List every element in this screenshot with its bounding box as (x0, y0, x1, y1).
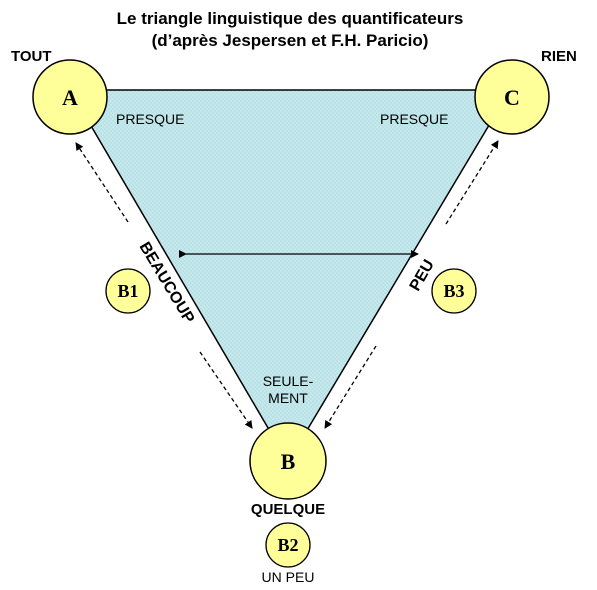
corner-label-tout: TOUT (11, 48, 52, 65)
node-b2: B2 (265, 522, 311, 568)
label-seulement-line2: MENT (268, 390, 308, 406)
node-b3-label: B3 (443, 281, 464, 301)
corner-label-quelque: QUELQUE (251, 501, 325, 518)
label-un-peu: UN PEU (262, 569, 315, 585)
label-presque-left: PRESQUE (116, 111, 184, 127)
node-c: C (474, 59, 550, 135)
node-b1: B1 (105, 268, 151, 314)
node-b: B (249, 422, 327, 500)
node-a-label: A (62, 85, 78, 110)
diagram-title-line2: (d’après Jespersen et F.H. Paricio) (152, 31, 429, 50)
node-b3: B3 (431, 268, 477, 314)
quantifier-triangle-diagram: Le triangle linguistique des quantificat… (11, 9, 577, 585)
node-b-label: B (281, 449, 296, 474)
corner-label-rien: RIEN (541, 48, 577, 65)
node-b1-label: B1 (117, 281, 138, 301)
node-a: A (32, 59, 108, 135)
node-c-label: C (504, 85, 520, 110)
node-b2-label: B2 (277, 535, 298, 555)
diagram-title-line1: Le triangle linguistique des quantificat… (117, 9, 464, 28)
label-presque-right: PRESQUE (380, 111, 448, 127)
label-seulement-line1: SEULE- (263, 373, 314, 389)
